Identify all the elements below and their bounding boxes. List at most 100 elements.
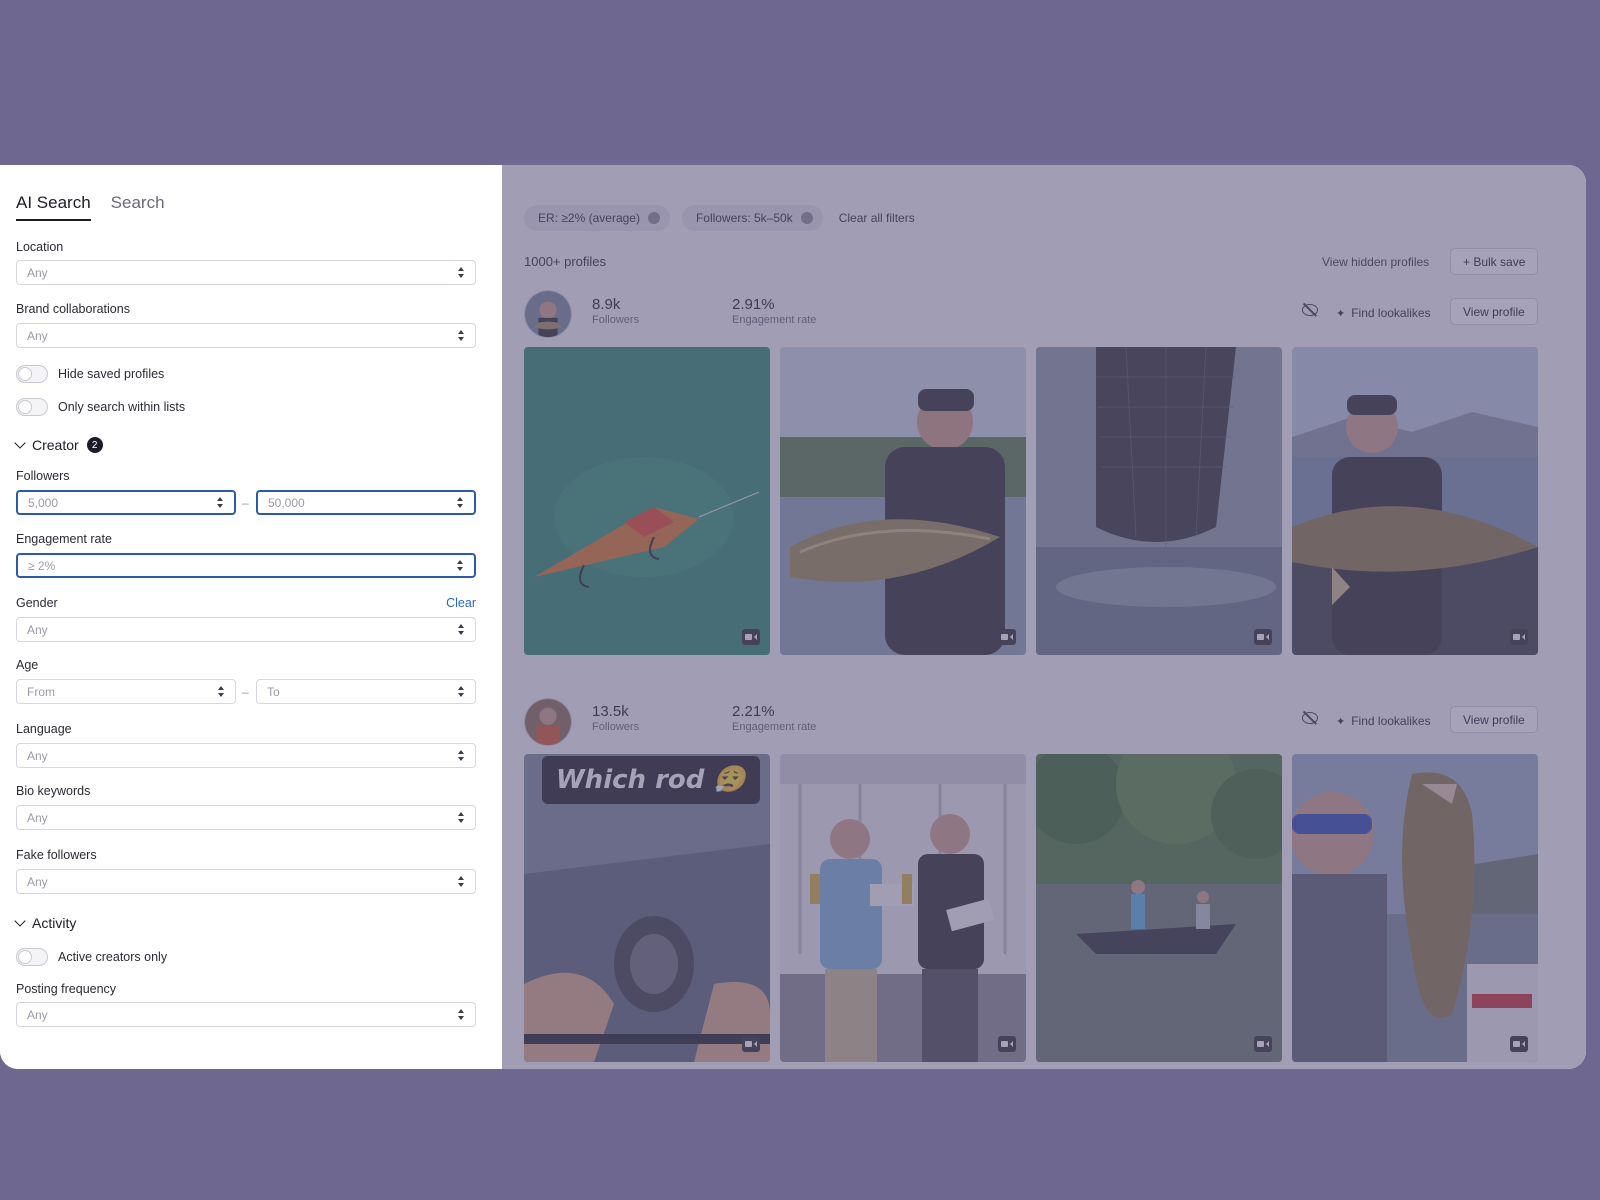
active-filter-chips: ER: ≥2% (average) Followers: 5k–50k Clea… xyxy=(524,205,915,231)
filter-chip-label: Followers: 5k–50k xyxy=(695,211,793,225)
post-thumbnail[interactable] xyxy=(1292,347,1538,655)
followers-stat-label: Followers xyxy=(592,721,640,733)
filter-sidebar: AI Search Search Location Any Brand coll… xyxy=(0,165,502,1069)
followers-stat: 8.9k Followers xyxy=(592,296,639,326)
language-select[interactable]: Any xyxy=(16,743,476,768)
post-thumbnail[interactable] xyxy=(524,347,770,655)
post-thumbnail[interactable] xyxy=(1036,754,1282,1062)
view-profile-button[interactable]: View profile xyxy=(1450,706,1538,733)
video-icon xyxy=(998,629,1016,645)
followers-min-value: 5,000 xyxy=(28,495,59,510)
clear-all-filters-link[interactable]: Clear all filters xyxy=(839,211,915,225)
select-arrows-icon xyxy=(458,750,465,761)
filter-chip-label: ER: ≥2% (average) xyxy=(538,211,640,225)
engagement-select[interactable]: ≥ 2% xyxy=(16,553,476,578)
hide-profile-button[interactable] xyxy=(1302,712,1318,724)
search-tabs: AI Search Search xyxy=(16,193,165,221)
age-from-select[interactable]: From xyxy=(16,679,236,704)
profile-count: 1000+ profiles xyxy=(524,254,607,269)
location-select[interactable]: Any xyxy=(16,260,476,285)
gender-clear-link[interactable]: Clear xyxy=(446,596,476,610)
post-thumbnail[interactable] xyxy=(780,754,1026,1062)
followers-stat: 13.5k Followers xyxy=(592,703,639,733)
chevron-down-icon xyxy=(14,437,26,449)
gender-label: Gender xyxy=(16,596,58,610)
creator-section-header[interactable]: Creator 2 xyxy=(14,437,103,453)
video-icon xyxy=(1254,1036,1272,1052)
bio-keywords-label: Bio keywords xyxy=(16,784,91,798)
engagement-stat-label: Engagement rate xyxy=(732,721,817,733)
sparkle-icon: ✦ xyxy=(1336,715,1346,728)
select-arrows-icon xyxy=(458,686,465,697)
hide-saved-label: Hide saved profiles xyxy=(58,367,165,381)
select-arrows-icon xyxy=(458,624,465,635)
engagement-value: 2.91% xyxy=(732,296,775,313)
activity-section-label: Activity xyxy=(32,915,77,931)
select-arrows-icon xyxy=(458,330,465,341)
view-hidden-profiles-link[interactable]: View hidden profiles xyxy=(1322,255,1429,269)
post-thumbnail[interactable]: Which rod 😮‍💨 xyxy=(524,754,770,1062)
remove-chip-icon[interactable] xyxy=(800,212,813,224)
filter-chip-followers[interactable]: Followers: 5k–50k xyxy=(681,205,823,231)
only-lists-toggle[interactable] xyxy=(16,398,48,416)
results-panel: ER: ≥2% (average) Followers: 5k–50k Clea… xyxy=(502,165,1586,1069)
avatar[interactable] xyxy=(524,290,572,338)
followers-max-field[interactable]: 50,000 xyxy=(256,490,476,515)
view-profile-button[interactable]: View profile xyxy=(1450,298,1538,325)
hide-profile-button[interactable] xyxy=(1302,304,1318,316)
followers-stat-label: Followers xyxy=(592,314,640,326)
only-lists-label: Only search within lists xyxy=(58,400,186,414)
age-from-value: From xyxy=(27,684,55,699)
video-icon xyxy=(742,1036,760,1052)
location-label: Location xyxy=(16,240,64,254)
post-thumbnail[interactable] xyxy=(1292,754,1538,1062)
filter-chip-er[interactable]: ER: ≥2% (average) xyxy=(524,205,670,231)
engagement-value: 2.21% xyxy=(732,703,775,720)
active-only-row: Active creators only xyxy=(16,948,167,966)
active-only-label: Active creators only xyxy=(58,950,168,964)
fake-followers-select[interactable]: Any xyxy=(16,869,476,894)
sparkle-icon: ✦ xyxy=(1336,307,1346,320)
posting-frequency-select[interactable]: Any xyxy=(16,1002,476,1027)
followers-label: Followers xyxy=(16,469,70,483)
brand-label: Brand collaborations xyxy=(16,302,130,316)
find-lookalikes-button[interactable]: ✦ Find lookalikes xyxy=(1336,306,1431,320)
tab-ai-search[interactable]: AI Search xyxy=(16,193,91,221)
chevron-down-icon xyxy=(14,915,26,927)
brand-select[interactable]: Any xyxy=(16,323,476,348)
video-icon xyxy=(1510,1036,1528,1052)
engagement-label: Engagement rate xyxy=(16,532,112,546)
eye-off-icon xyxy=(1302,304,1318,316)
post-thumbnail[interactable] xyxy=(1036,347,1282,655)
tournament-winners-image xyxy=(780,754,1026,1062)
tab-search[interactable]: Search xyxy=(111,193,165,221)
followers-min-field[interactable]: 5,000 xyxy=(16,490,236,515)
find-lookalikes-button[interactable]: ✦ Find lookalikes xyxy=(1336,714,1431,728)
bio-keywords-select[interactable]: Any xyxy=(16,805,476,830)
post-thumbnail[interactable] xyxy=(780,347,1026,655)
bulk-save-button[interactable]: + Bulk save xyxy=(1450,248,1539,275)
followers-max-value: 50,000 xyxy=(268,495,305,510)
active-only-toggle[interactable] xyxy=(16,948,48,966)
gender-value: Any xyxy=(27,622,48,637)
lure-underwater-image xyxy=(524,347,770,655)
video-icon xyxy=(1510,629,1528,645)
remove-chip-icon[interactable] xyxy=(647,212,660,224)
fake-followers-label: Fake followers xyxy=(16,848,97,862)
stepper-arrows-icon xyxy=(457,497,464,508)
avatar[interactable] xyxy=(524,698,572,746)
location-value: Any xyxy=(27,265,48,280)
age-to-select[interactable]: To xyxy=(256,679,476,704)
hide-saved-toggle[interactable] xyxy=(16,365,48,383)
gender-select[interactable]: Any xyxy=(16,617,476,642)
landing-net-image xyxy=(1036,347,1282,655)
hide-saved-row: Hide saved profiles xyxy=(16,365,164,383)
avatar-image xyxy=(525,699,571,745)
engagement-stat: 2.91% Engagement rate xyxy=(732,296,816,326)
age-to-value: To xyxy=(267,684,280,699)
post-grid xyxy=(524,347,1538,655)
angler-with-pike-image xyxy=(780,347,1026,655)
activity-section-header[interactable]: Activity xyxy=(14,915,77,931)
select-arrows-icon xyxy=(218,686,225,697)
range-dash: – xyxy=(242,496,249,510)
